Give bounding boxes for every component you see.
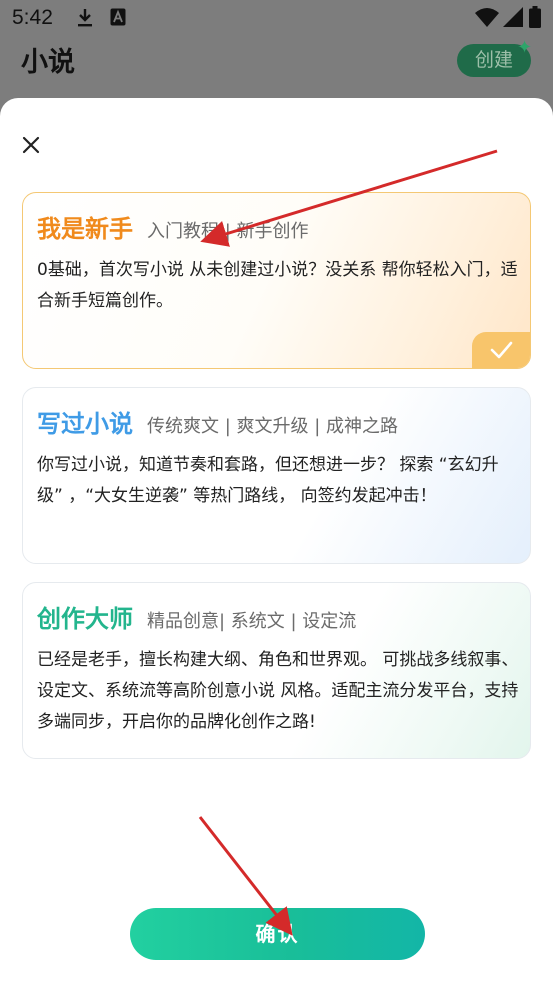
- option-card-beginner[interactable]: 我是新手 入门教程 | 新手创作 0基础，首次写小说 从未创建过小说？没关系 帮你…: [22, 192, 531, 369]
- status-bar: 5:42: [0, 0, 553, 36]
- option-title: 我是新手: [37, 215, 133, 243]
- status-time: 5:42: [12, 6, 53, 29]
- sparkle-icon: ✦: [517, 37, 533, 58]
- option-description: 0基础，首次写小说 从未创建过小说？没关系 帮你轻松入门，适合新手短篇创作。: [37, 260, 518, 311]
- card-header: 写过小说 传统爽文 | 爽文升级 | 成神之路: [37, 404, 398, 439]
- confirm-button[interactable]: 确认: [130, 908, 425, 960]
- option-card-experienced[interactable]: 写过小说 传统爽文 | 爽文升级 | 成神之路 你写过小说，知道节奏和套路，但还想…: [22, 387, 531, 564]
- a-notification-icon: [110, 8, 126, 26]
- option-tags: 传统爽文 | 爽文升级 | 成神之路: [147, 416, 399, 437]
- selected-badge: [472, 332, 530, 368]
- card-header: 创作大师 精品创意| 系统文 | 设定流: [37, 599, 356, 634]
- option-tags: 入门教程 | 新手创作: [147, 221, 309, 242]
- download-icon: [78, 9, 92, 27]
- option-title: 写过小说: [37, 410, 133, 438]
- wifi-icon: [475, 8, 499, 27]
- checkmark-icon: [490, 341, 513, 359]
- card-header: 我是新手 入门教程 | 新手创作: [37, 209, 309, 244]
- option-description: 已经是老手，擅长构建大纲、角色和世界观。 可挑战多线叙事、设定文、系统流等高阶创…: [37, 650, 519, 732]
- option-title: 创作大师: [37, 605, 133, 633]
- page-title: 小说: [21, 47, 75, 78]
- option-card-master[interactable]: 创作大师 精品创意| 系统文 | 设定流 已经是老手，擅长构建大纲、角色和世界观。…: [22, 582, 531, 759]
- writer-level-sheet: 我是新手 入门教程 | 新手创作 0基础，首次写小说 从未创建过小说？没关系 帮你…: [0, 98, 553, 983]
- close-icon[interactable]: [14, 128, 48, 162]
- battery-icon: [529, 6, 541, 28]
- option-tags: 精品创意| 系统文 | 设定流: [147, 611, 357, 632]
- signal-icon: [503, 7, 523, 27]
- option-description: 你写过小说，知道节奏和套路，但还想进一步？ 探索 “玄幻升级” ，“大女生逆袭”…: [37, 455, 499, 506]
